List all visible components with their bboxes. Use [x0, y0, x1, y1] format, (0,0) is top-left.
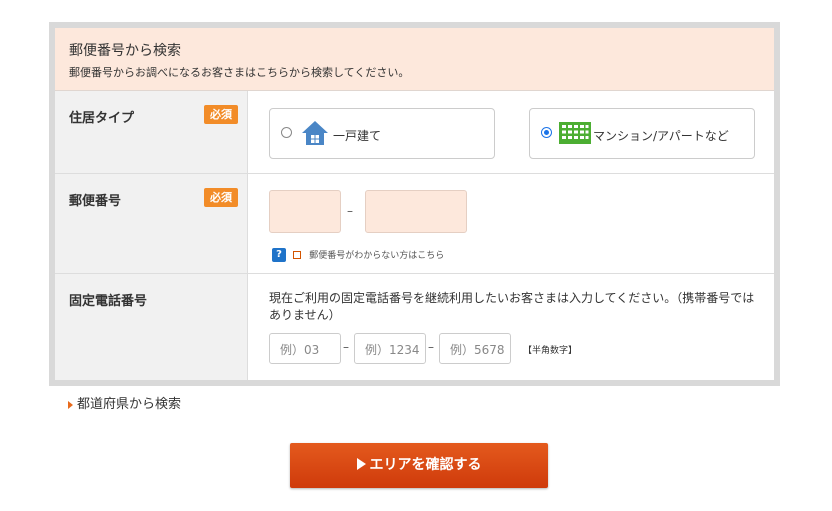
apartment-icon [559, 120, 591, 148]
postal-label-cell: 郵便番号 必須 [55, 174, 248, 273]
phone-last-input[interactable]: 例）5678 [439, 333, 511, 364]
triangle-right-icon [68, 400, 73, 409]
phone-area-input[interactable]: 例）03 [269, 333, 341, 364]
confirm-button-label: エリアを確認する [369, 457, 482, 473]
postal-code-second-input[interactable] [365, 190, 467, 233]
form-header: 郵便番号から検索 郵便番号からお調べになるお客さまはこちらから検索してください。 [55, 28, 774, 91]
postal-help-text: 郵便番号がわからない方はこちら [309, 251, 445, 261]
radio-house[interactable] [281, 127, 292, 138]
postal-separator: – [347, 204, 353, 218]
confirm-area-button[interactable]: エリアを確認する [290, 443, 548, 488]
residence-label: 住居タイプ [69, 111, 135, 126]
residence-row: 住居タイプ 必須 一戸建て マンション/アパートなど [55, 91, 774, 174]
phone-row: 固定電話番号 現在ご利用の固定電話番号を継続利用したいお客さまは入力してください… [55, 274, 774, 380]
phone-label: 固定電話番号 [69, 294, 148, 309]
option-apartment-label: マンション/アパートなど [593, 129, 729, 143]
option-apartment[interactable]: マンション/アパートなど [529, 108, 755, 159]
residence-label-cell: 住居タイプ 必須 [55, 91, 248, 173]
postal-label: 郵便番号 [69, 194, 122, 209]
postal-row: 郵便番号 必須 – ? 郵便番号がわからない方はこちら [55, 174, 774, 274]
form-subtitle: 郵便番号からお調べになるお客さまはこちらから検索してください。 [69, 66, 410, 79]
prefecture-search-link[interactable]: 都道府県から検索 [68, 393, 181, 412]
search-panel: 郵便番号から検索 郵便番号からお調べになるお客さまはこちらから検索してください。… [49, 22, 780, 386]
option-house-label: 一戸建て [333, 129, 382, 143]
prefecture-link-text: 都道府県から検索 [77, 397, 182, 412]
help-icon: ? [272, 247, 286, 262]
postal-help-link[interactable]: ? 郵便番号がわからない方はこちら [272, 244, 444, 263]
option-house[interactable]: 一戸建て [269, 108, 495, 159]
phone-format-note: 【半角数字】 [523, 346, 578, 356]
form-title: 郵便番号から検索 [69, 43, 181, 59]
phone-label-cell: 固定電話番号 [55, 274, 248, 380]
radio-apartment[interactable] [541, 127, 552, 138]
new-window-icon [293, 250, 302, 259]
house-icon [301, 120, 329, 150]
phone-separator: – [428, 340, 434, 354]
required-badge: 必須 [204, 105, 238, 124]
phone-middle-input[interactable]: 例）1234 [354, 333, 426, 364]
search-form: 郵便番号から検索 郵便番号からお調べになるお客さまはこちらから検索してください。… [55, 28, 774, 380]
phone-separator: – [343, 340, 349, 354]
required-badge: 必須 [204, 188, 238, 207]
phone-description: 現在ご利用の固定電話番号を継続利用したいお客さまは入力してください。（携帯番号で… [269, 291, 755, 322]
postal-code-first-input[interactable] [269, 190, 341, 233]
play-icon [356, 458, 366, 470]
